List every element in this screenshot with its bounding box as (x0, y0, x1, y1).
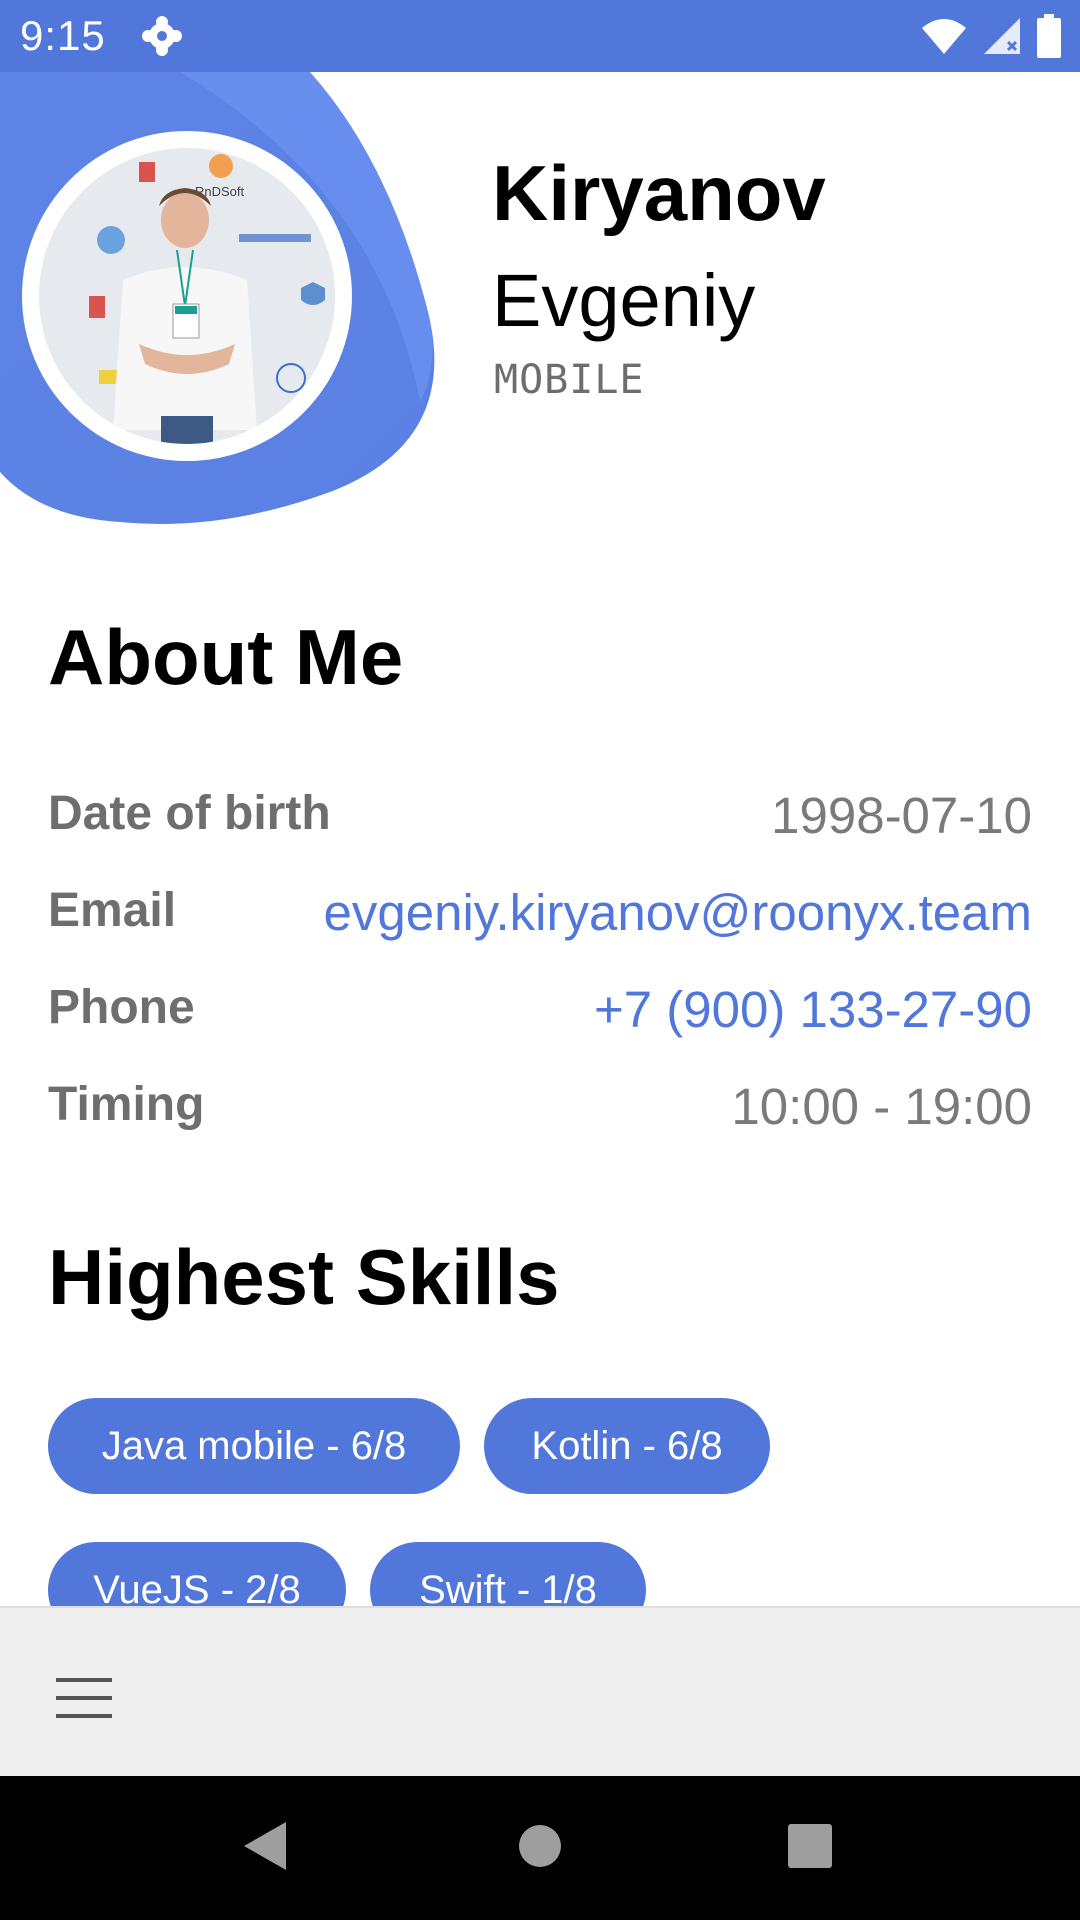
settings-icon (141, 16, 182, 56)
profile-photo: RnDSoft (39, 148, 335, 444)
phone-label: Phone (48, 981, 195, 1034)
timing-label: Timing (48, 1078, 205, 1131)
signal-icon (982, 16, 1022, 61)
recents-icon[interactable] (780, 1816, 840, 1876)
skill-chip[interactable]: Java mobile - 6/8 (48, 1398, 460, 1494)
timing-value: 10:00 - 19:00 (731, 1078, 1032, 1135)
info-row-phone: Phone +7 (900) 133-27-90 (48, 980, 1032, 1050)
menu-icon[interactable] (52, 1674, 116, 1722)
status-time: 9:15 (20, 12, 106, 59)
bottom-app-bar (0, 1606, 1080, 1776)
email-link[interactable]: evgeniy.kiryanov@roonyx.team (324, 883, 1032, 942)
about-title: About Me (48, 613, 404, 701)
wifi-icon (920, 16, 968, 61)
battery-icon (1036, 14, 1062, 63)
info-row-timing: Timing 10:00 - 19:00 (48, 1077, 1032, 1147)
status-bar: 9:15 (0, 0, 1080, 72)
first-name: Evgeniy (492, 259, 756, 342)
email-label: Email (48, 884, 177, 937)
navigation-bar (0, 1776, 1080, 1920)
info-row-birth: Date of birth 1998-07-10 (48, 786, 1032, 856)
phone-link[interactable]: +7 (900) 133-27-90 (594, 980, 1032, 1039)
role-label: MOBILE (494, 357, 645, 403)
birth-label: Date of birth (48, 787, 331, 840)
info-row-email: Email evgeniy.kiryanov@roonyx.team (48, 883, 1032, 953)
last-name: Kiryanov (492, 149, 826, 237)
birth-value: 1998-07-10 (771, 787, 1032, 844)
back-icon[interactable] (236, 1816, 296, 1876)
home-icon[interactable] (510, 1816, 570, 1876)
skill-chip[interactable]: Kotlin - 6/8 (484, 1398, 770, 1494)
avatar[interactable]: RnDSoft (22, 131, 352, 461)
skills-title: Highest Skills (48, 1233, 560, 1321)
